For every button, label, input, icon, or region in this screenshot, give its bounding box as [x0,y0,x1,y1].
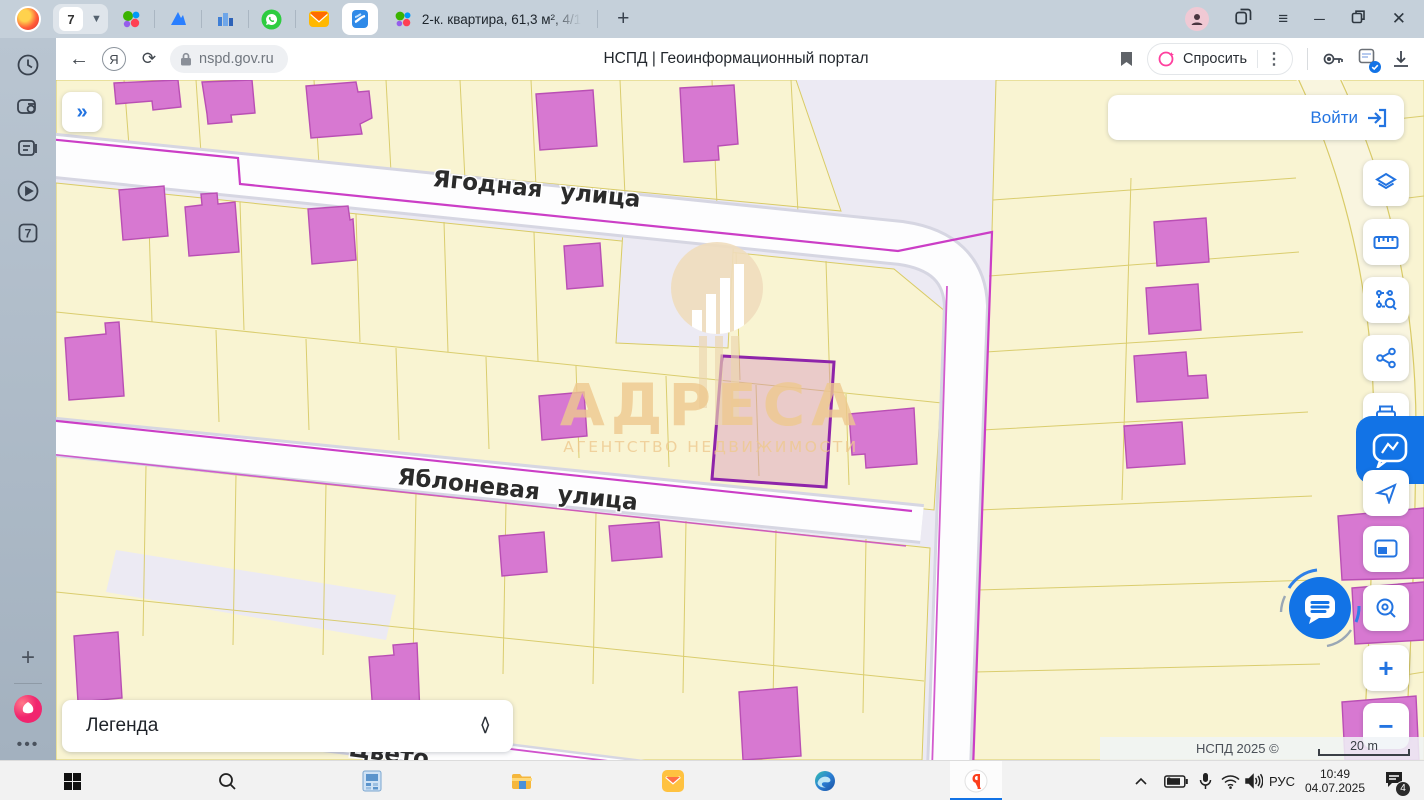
taskbar-clock[interactable]: 10:49 04.07.2025 [1300,761,1370,800]
seven-widget-icon[interactable]: 7 [13,218,43,248]
sidebar-divider [14,683,42,684]
tab-count-value[interactable]: 7 [59,7,83,31]
taskbar-app-icon[interactable] [346,761,398,800]
screen: 7 ▼ 2-к. квартира, 61,3 м², 4/1 + [0,0,1424,800]
tab-favicon-avito[interactable] [392,8,414,30]
scale-label: 20 m [1318,739,1410,753]
copyright-text: НСПД 2025 © [1196,741,1279,756]
tab-title[interactable]: 2-к. квартира, 61,3 м², 4/1 [422,12,581,27]
battery-icon [1158,761,1194,800]
profile-avatar[interactable] [1185,7,1209,31]
zoom-in-label: + [1378,655,1393,681]
new-tab-button[interactable]: + [608,4,638,34]
url-field[interactable]: nspd.gov.ru [170,45,288,73]
ask-button[interactable]: Спросить ⋮ [1147,43,1293,75]
zoom-in-button[interactable]: + [1363,645,1409,691]
restore-button[interactable] [1351,9,1366,29]
bookmark-icon[interactable] [1120,51,1133,67]
language-indicator[interactable]: РУС [1264,761,1300,800]
active-pinned-tab-nspd[interactable] [342,3,378,35]
legend-label: Легенда [86,715,158,737]
articles-icon[interactable] [13,134,43,164]
start-button[interactable] [46,761,98,800]
toolbar-divider [1307,48,1308,70]
notification-badge: 4 [1395,781,1411,797]
share-button[interactable] [1363,335,1409,381]
chat-button[interactable] [1289,577,1351,639]
tab-overview-icon[interactable] [1235,8,1252,30]
tray-chevron-icon[interactable] [1126,761,1156,800]
pinned-tab-whatsapp-icon[interactable] [261,8,283,30]
taskbar-search-icon[interactable] [201,761,253,800]
ask-sparkle-icon [1158,50,1176,68]
expand-panel-button[interactable]: » [62,92,102,132]
browser-logo-icon[interactable] [15,6,41,32]
browser-sidebar: 7 + ••• [0,38,56,760]
tab-separator [201,10,202,28]
locate-arrow-button[interactable] [1363,470,1409,516]
layers-button[interactable] [1363,160,1409,206]
lock-icon [180,52,192,66]
zoom-out-label: − [1378,713,1393,739]
chevron-down-icon[interactable]: ▼ [91,13,102,25]
tab-separator [295,10,296,28]
pinned-tab-a-icon[interactable] [167,8,189,30]
taskbar-yandex-browser-icon[interactable] [950,761,1002,800]
browser-tab-bar: 7 ▼ 2-к. квартира, 61,3 м², 4/1 + [0,0,1424,38]
url-text: nspd.gov.ru [199,51,274,67]
pinned-tab-city-icon[interactable] [214,8,236,30]
alice-assistant-icon[interactable] [13,694,43,724]
watermark-subtitle: АГЕНТСТВО НЕДВИЖИМОСТИ [563,438,859,456]
windows-taskbar: РУС 10:49 04.07.2025 4 [0,760,1424,800]
watermark-title: АДРЕСА [560,371,862,439]
refresh-button[interactable]: ⟳ [134,49,164,69]
date-label: 04.07.2025 [1305,781,1365,795]
tab-separator [154,10,155,28]
legend-collapse-icon[interactable]: ᐱᐯ [481,718,489,734]
map-canvas[interactable]: Ягодная улица Яблоневая улица Цвето АДРЕ… [56,80,1424,760]
downloads-icon[interactable] [1392,50,1410,68]
copyright-bar: НСПД 2025 © 20 m [1100,737,1424,760]
notifications-icon[interactable]: 4 [1372,761,1416,800]
taskbar-mail-icon[interactable] [647,761,699,800]
page-title: НСПД | Геоинформационный портал [456,50,1016,68]
menu-icon[interactable]: ≡ [1278,9,1288,29]
history-clock-icon[interactable] [13,50,43,80]
sidebar-add-icon[interactable]: + [13,643,43,673]
protect-icon[interactable] [1358,48,1378,71]
search-location-button[interactable] [1363,585,1409,631]
ask-label: Спросить [1183,51,1247,67]
login-bar[interactable]: Войти [1108,95,1404,140]
media-play-icon[interactable] [13,176,43,206]
login-label: Войти [1310,108,1358,128]
cadastral-map[interactable]: Ягодная улица Яблоневая улица Цвето АДРЕ… [56,80,1424,760]
language-label: РУС [1269,774,1295,789]
mini-map-button[interactable] [1363,526,1409,572]
back-button[interactable]: ← [64,48,94,71]
legend-panel[interactable]: Легенда ᐱᐯ [62,700,513,752]
taskbar-explorer-icon[interactable] [496,761,548,800]
passwords-icon[interactable] [1322,50,1344,68]
ruler-button[interactable] [1363,219,1409,265]
minimize-button[interactable]: ─ [1314,11,1325,28]
taskbar-edge-icon[interactable] [799,761,851,800]
microphone-icon [1192,761,1218,800]
login-icon [1366,108,1388,128]
tab-separator [597,10,598,28]
tab-separator [248,10,249,28]
close-button[interactable]: ✕ [1392,9,1406,29]
svg-text:7: 7 [25,227,32,241]
window-controls: ≡ ─ ✕ [1185,7,1406,31]
ask-more-icon[interactable]: ⋮ [1266,49,1282,69]
area-search-button[interactable] [1363,277,1409,323]
time-label: 10:49 [1320,767,1350,781]
pinned-tab-mail-icon[interactable] [308,8,330,30]
tab-counter[interactable]: 7 ▼ [53,4,108,34]
yandex-button[interactable]: Я [102,47,126,71]
browser-address-bar: ← Я ⟳ nspd.gov.ru НСПД | Геоинформационн… [56,38,1424,80]
scale-bar: 20 m [1318,742,1410,756]
pinned-tab-avito-icon[interactable] [120,8,142,30]
screenshot-camera-icon[interactable] [13,92,43,122]
sidebar-more-icon[interactable]: ••• [13,730,43,760]
